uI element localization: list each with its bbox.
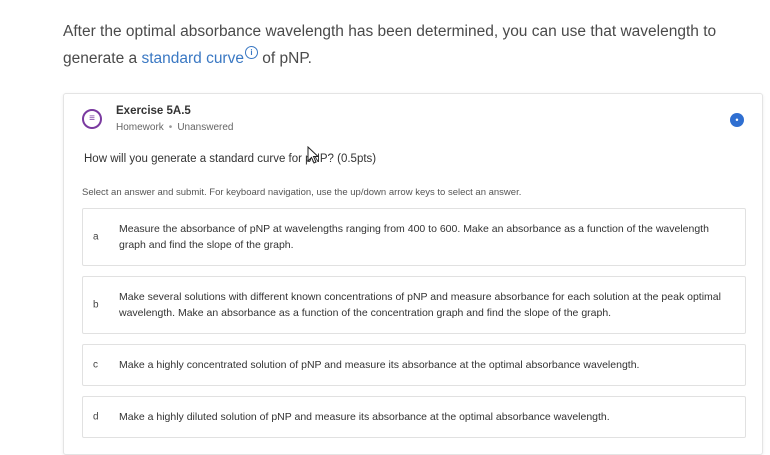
- intro-paragraph: After the optimal absorbance wavelength …: [63, 18, 743, 72]
- option-text: Make a highly concentrated solution of p…: [119, 359, 640, 371]
- option-letter: d: [93, 411, 99, 423]
- option-text: Make a highly diluted solution of pNP an…: [119, 411, 610, 423]
- standard-curve-link[interactable]: standard curve: [141, 50, 244, 67]
- answer-option-c[interactable]: c Make a highly concentrated solution of…: [82, 344, 746, 386]
- exercise-type: Homework: [116, 122, 164, 133]
- exercise-card: ≡ Exercise 5A.5 Homework • Unanswered • Ho…: [63, 93, 763, 455]
- mouse-cursor-icon: [307, 146, 319, 164]
- option-letter: b: [93, 299, 99, 311]
- exercise-meta: Homework • Unanswered: [116, 122, 233, 133]
- answer-option-d[interactable]: d Make a highly diluted solution of pNP …: [82, 396, 746, 438]
- separator-dot: •: [168, 122, 173, 133]
- intro-text-after: of pNP.: [257, 50, 312, 67]
- info-icon[interactable]: i: [244, 46, 258, 59]
- exercise-menu-button[interactable]: •: [730, 113, 744, 127]
- option-letter: c: [93, 359, 98, 371]
- exercise-title: Exercise 5A.5: [116, 105, 191, 117]
- answer-option-a[interactable]: a Measure the absorbance of pNP at wavel…: [82, 208, 746, 266]
- instructions-text: Select an answer and submit. For keyboar…: [82, 187, 522, 198]
- option-text: Make several solutions with different kn…: [119, 291, 721, 319]
- exercise-status: Unanswered: [177, 122, 234, 133]
- answer-option-b[interactable]: b Make several solutions with different …: [82, 276, 746, 334]
- exercise-list-icon: ≡: [82, 109, 102, 129]
- option-letter: a: [93, 231, 99, 243]
- question-text: How will you generate a standard curve f…: [84, 153, 377, 165]
- option-text: Measure the absorbance of pNP at wavelen…: [119, 223, 709, 251]
